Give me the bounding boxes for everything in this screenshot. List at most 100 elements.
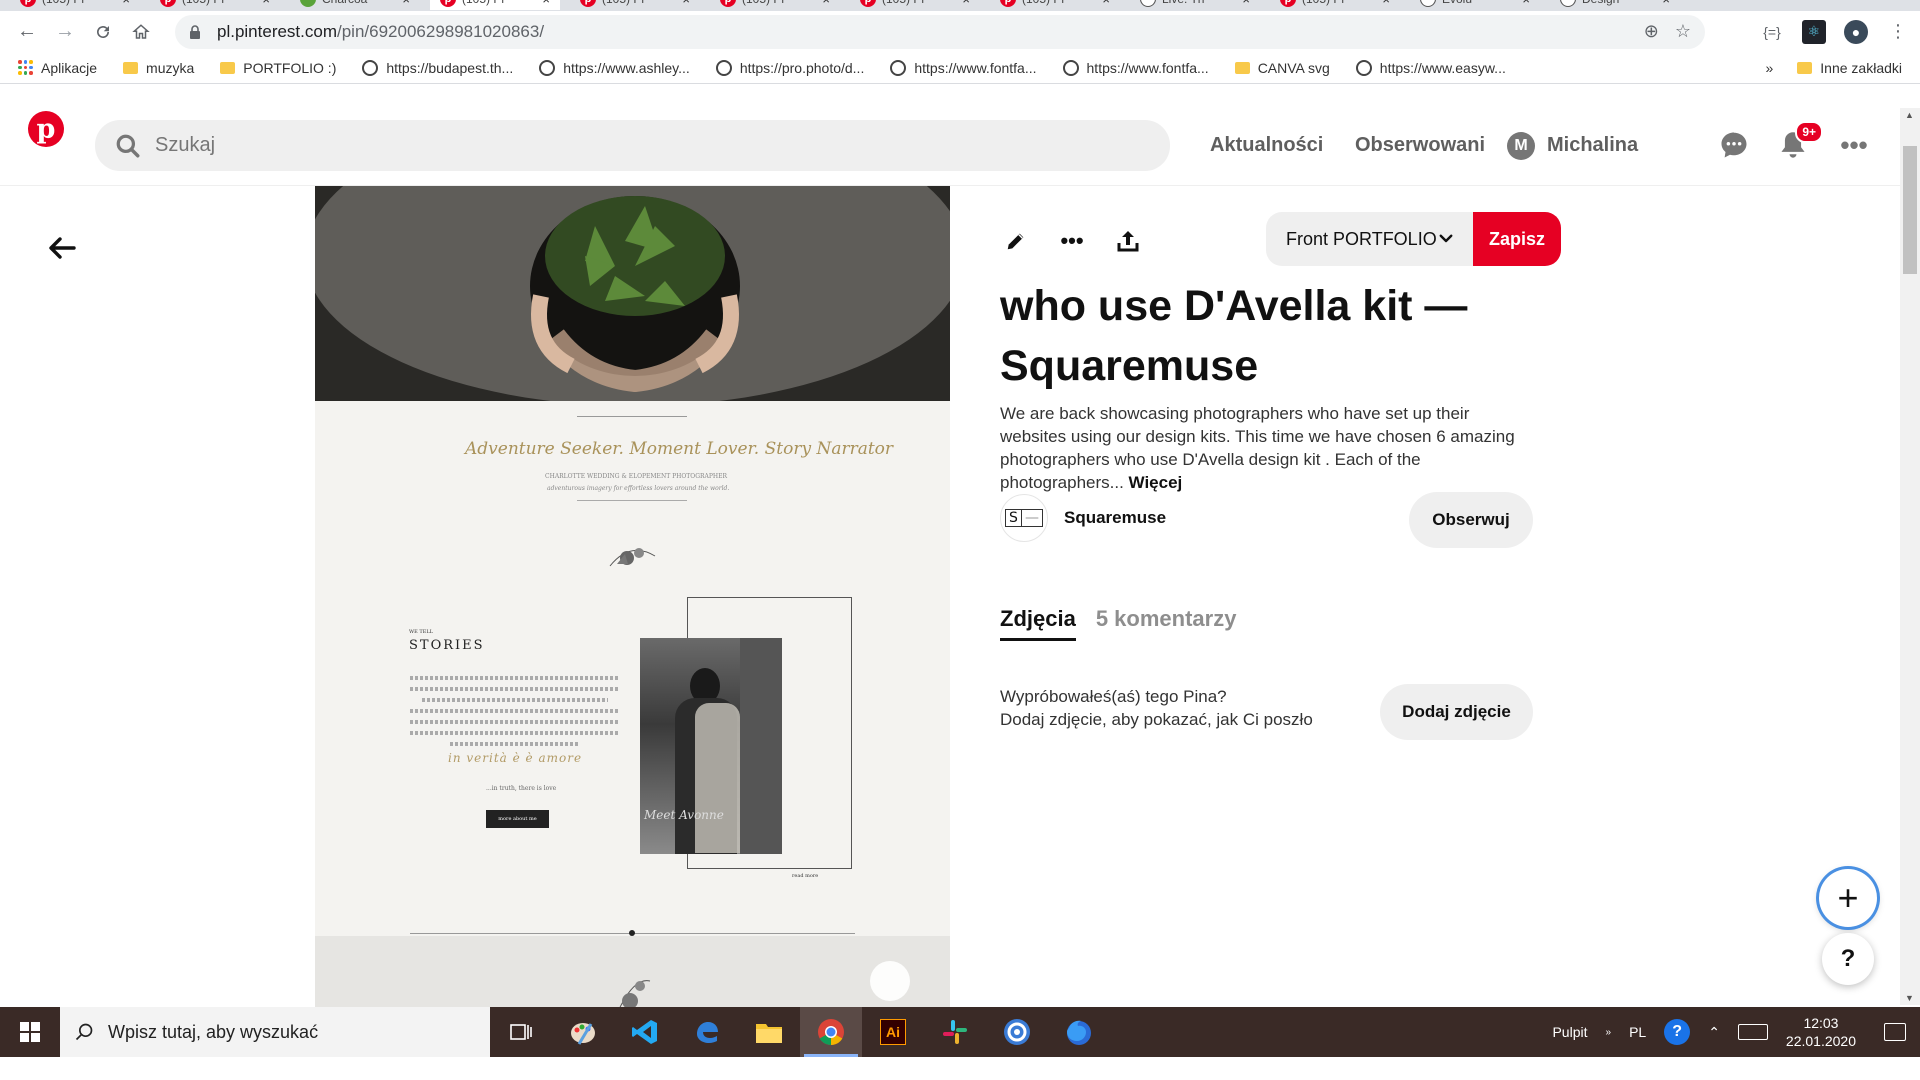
avatar: M	[1507, 131, 1535, 160]
slack-icon[interactable]	[924, 1007, 986, 1057]
edge-icon[interactable]	[676, 1007, 738, 1057]
browser-tab[interactable]: p(105) Pi×	[990, 0, 1120, 10]
home-icon[interactable]	[126, 17, 156, 47]
browser-tab[interactable]: p(105) Pi×	[850, 0, 980, 10]
file-explorer-icon[interactable]	[738, 1007, 800, 1057]
browser-tab[interactable]: p(105) Pi×	[1270, 0, 1400, 10]
help-button[interactable]: ?	[1822, 933, 1874, 985]
paint-icon[interactable]	[552, 1007, 614, 1057]
bookmark-item[interactable]: Aplikacje	[18, 60, 97, 76]
close-tab-icon[interactable]: ×	[1102, 0, 1110, 7]
language-indicator[interactable]: PL	[1629, 1024, 1646, 1040]
back-arrow-icon[interactable]: ←	[12, 17, 42, 47]
browser-tab[interactable]: Design×	[1550, 0, 1680, 10]
browser-tab[interactable]: Live: Th×	[1130, 0, 1260, 10]
task-view-icon[interactable]	[490, 1007, 552, 1057]
close-tab-icon[interactable]: ×	[822, 0, 830, 7]
pin-author[interactable]: S — Squaremuse	[1000, 494, 1166, 542]
tab-photos[interactable]: Zdjęcia	[1000, 606, 1076, 641]
page-bottom-strip	[0, 1057, 1920, 1080]
browser-tab[interactable]: p(105) Pi×	[430, 0, 560, 10]
address-bar[interactable]: pl.pinterest.com/pin/692006298981020863/…	[175, 15, 1705, 49]
notifications-bell-icon[interactable]: 9+	[1777, 121, 1823, 161]
tab-comments[interactable]: 5 komentarzy	[1096, 606, 1237, 641]
clock[interactable]: 12:03 22.01.2020	[1786, 1014, 1856, 1050]
taskbar-search-input[interactable]: Wpisz tutaj, aby wyszukać	[60, 1007, 490, 1057]
browser-tab[interactable]: Charcoa×	[290, 0, 420, 10]
search-icon	[116, 134, 140, 157]
pinterest-icon: p	[1280, 0, 1296, 7]
close-tab-icon[interactable]: ×	[402, 0, 410, 7]
keyboard-icon[interactable]	[1737, 1024, 1768, 1040]
pin-image[interactable]: Adventure Seeker. Moment Lover. Story Na…	[315, 186, 950, 1080]
close-tab-icon[interactable]: ×	[1522, 0, 1530, 7]
react-devtools-icon[interactable]: ⚛	[1802, 19, 1826, 44]
bookmark-item[interactable]: https://pro.photo/d...	[715, 59, 864, 76]
nav-following-link[interactable]: Obserwowani	[1355, 120, 1485, 171]
share-icon[interactable]	[1110, 223, 1146, 259]
bookmark-item[interactable]: muzyka	[123, 60, 194, 76]
follow-button[interactable]: Obserwuj	[1409, 492, 1533, 548]
back-button[interactable]	[42, 228, 82, 268]
bookmark-star-icon[interactable]: ☆	[1675, 21, 1691, 42]
close-tab-icon[interactable]: ×	[682, 0, 690, 7]
add-page-icon[interactable]: ⊕	[1644, 21, 1659, 42]
browser-tab[interactable]: Evolu×	[1410, 0, 1540, 10]
pinterest-icon: p	[160, 0, 176, 7]
nav-news-link[interactable]: Aktualności	[1210, 120, 1323, 171]
vscode-icon[interactable]	[614, 1007, 676, 1057]
close-tab-icon[interactable]: ×	[1662, 0, 1670, 7]
create-plus-button[interactable]: +	[1819, 869, 1877, 927]
bookmark-item[interactable]: https://www.ashley...	[539, 59, 690, 76]
desktop-toolbar-label[interactable]: Pulpit	[1552, 1024, 1587, 1040]
app-icon[interactable]	[986, 1007, 1048, 1057]
bookmark-item[interactable]: https://www.fontfa...	[890, 59, 1037, 76]
bookmark-item[interactable]: https://www.easyw...	[1355, 59, 1506, 76]
pinterest-logo[interactable]: p	[28, 111, 64, 147]
more-link[interactable]: Więcej	[1129, 473, 1183, 492]
board-select[interactable]: Front PORTFOLIO	[1266, 212, 1473, 266]
bookmarks-overflow-chevron[interactable]: »	[1765, 60, 1773, 76]
bookmark-item[interactable]: CANVA svg	[1234, 60, 1330, 76]
more-options-icon[interactable]: •••	[1054, 223, 1090, 259]
profile-avatar-icon[interactable]: ●	[1844, 19, 1868, 44]
messages-icon[interactable]	[1718, 129, 1750, 161]
forward-arrow-icon[interactable]: →	[50, 17, 80, 47]
browser-tab[interactable]: p(105) Pi×	[10, 0, 140, 10]
firefox-icon[interactable]	[1048, 1007, 1110, 1057]
chrome-menu-icon[interactable]: ⋮	[1886, 20, 1910, 44]
reload-icon[interactable]	[88, 17, 118, 47]
bookmark-item[interactable]: https://budapest.th...	[362, 59, 513, 76]
chrome-icon[interactable]	[800, 1007, 862, 1057]
close-tab-icon[interactable]: ×	[122, 0, 130, 7]
bookmark-item[interactable]: https://www.fontfa...	[1062, 59, 1209, 76]
search-input[interactable]: Szukaj	[95, 120, 1170, 171]
help-circle-icon[interactable]: ?	[1664, 1019, 1691, 1045]
other-bookmarks[interactable]: Inne zakładki	[1797, 60, 1902, 76]
bookmark-item[interactable]: PORTFOLIO :)	[220, 60, 336, 76]
browser-tab[interactable]: p(105) Pi×	[710, 0, 840, 10]
page-scrollbar[interactable]: ▲ ▼	[1900, 108, 1920, 1005]
chevron-up-icon[interactable]: ⌃	[1708, 1024, 1720, 1041]
windows-start-icon[interactable]	[0, 1007, 60, 1057]
chevron-right-icon[interactable]: »	[1606, 1027, 1612, 1038]
scrollbar-thumb[interactable]	[1903, 146, 1917, 274]
browser-tab[interactable]: p(105) Pi×	[570, 0, 700, 10]
add-photo-button[interactable]: Dodaj zdjęcie	[1380, 684, 1533, 740]
extension-braces-icon[interactable]: {=}	[1760, 20, 1784, 44]
edit-pencil-icon[interactable]	[998, 223, 1034, 259]
close-tab-icon[interactable]: ×	[1382, 0, 1390, 7]
illustrator-icon[interactable]: Ai	[862, 1007, 924, 1057]
profile-link[interactable]: M Michalina	[1507, 120, 1638, 171]
scroll-up-arrow-icon[interactable]: ▲	[1905, 110, 1914, 120]
chevron-down-icon	[1439, 234, 1453, 243]
browser-tab[interactable]: p(105) Pi×	[150, 0, 280, 10]
more-options-icon[interactable]: •••	[1838, 129, 1870, 161]
close-tab-icon[interactable]: ×	[962, 0, 970, 7]
close-tab-icon[interactable]: ×	[1242, 0, 1250, 7]
notification-center-icon[interactable]	[1884, 1023, 1906, 1041]
close-tab-icon[interactable]: ×	[542, 0, 550, 7]
save-button[interactable]: Zapisz	[1473, 212, 1561, 266]
scroll-down-arrow-icon[interactable]: ▼	[1905, 993, 1914, 1003]
close-tab-icon[interactable]: ×	[262, 0, 270, 7]
